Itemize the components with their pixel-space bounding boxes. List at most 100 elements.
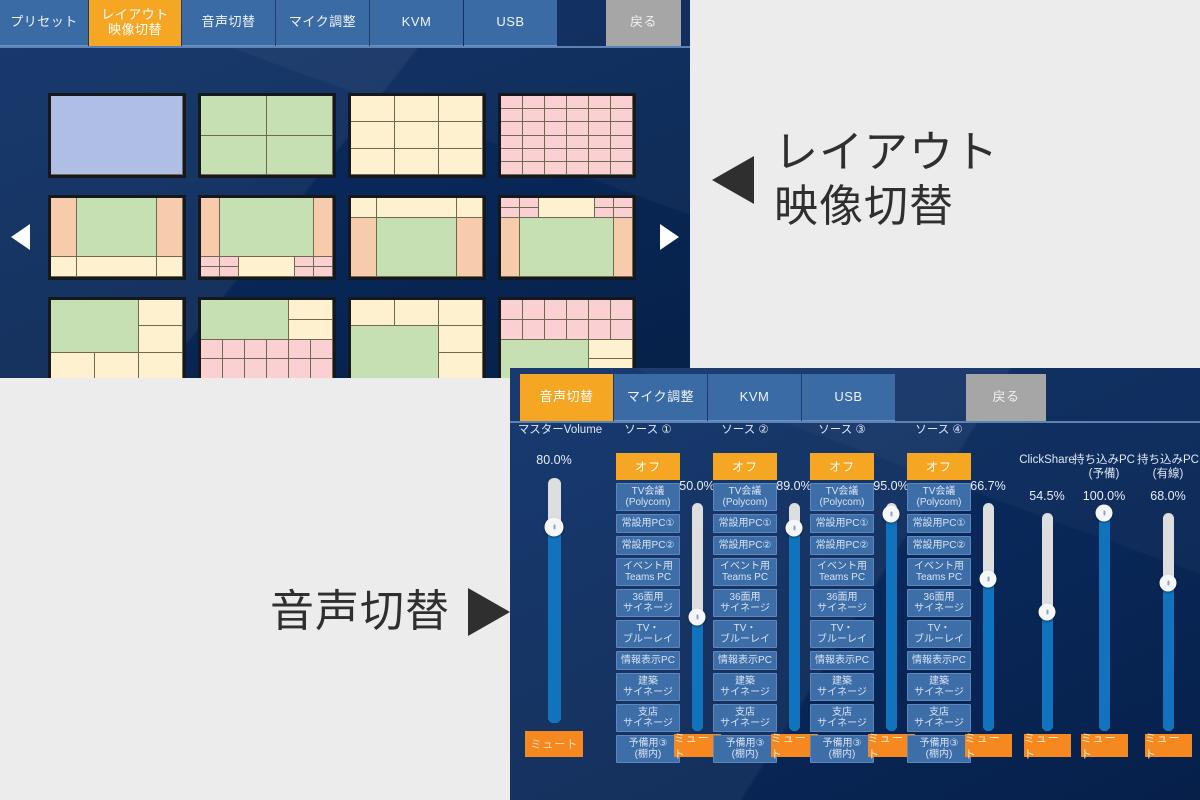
layout-tile[interactable] bbox=[348, 195, 486, 280]
source-option[interactable]: TV・ ブルーレイ bbox=[713, 620, 777, 648]
layout-tile[interactable] bbox=[198, 297, 336, 378]
source-option[interactable]: 常設用PC① bbox=[907, 514, 971, 533]
tab-kvm[interactable]: KVM bbox=[370, 0, 463, 46]
source-option[interactable]: 建築 サイネージ bbox=[907, 673, 971, 701]
layout-tile[interactable] bbox=[198, 93, 336, 178]
source-option-off[interactable]: オフ bbox=[713, 453, 777, 480]
layout-tile-cell bbox=[201, 300, 289, 340]
source-option[interactable]: 36面用 サイネージ bbox=[713, 589, 777, 617]
source-option-off[interactable]: オフ bbox=[810, 453, 874, 480]
source-slider-2[interactable] bbox=[785, 503, 803, 731]
slider-thumb[interactable] bbox=[1095, 504, 1113, 522]
layout-tile[interactable] bbox=[498, 195, 636, 280]
source-option[interactable]: 予備用③ (棚内) bbox=[907, 735, 971, 763]
layout-tile-cell bbox=[611, 319, 633, 340]
tab-preset[interactable]: プリセット bbox=[0, 0, 88, 46]
source-option[interactable]: 建築 サイネージ bbox=[810, 673, 874, 701]
layout-tile[interactable] bbox=[498, 297, 636, 378]
extra-mute-button-byod-pc-spare[interactable]: ミュート bbox=[1080, 733, 1128, 761]
slider-thumb[interactable] bbox=[544, 517, 564, 537]
master-mute-button[interactable]: ミュート bbox=[525, 731, 583, 757]
audio-tab-audio-switch[interactable]: 音声切替 bbox=[520, 374, 613, 421]
source-option[interactable]: イベント用 Teams PC bbox=[907, 558, 971, 586]
layout-tile-cell bbox=[139, 352, 183, 378]
tab-layout-video-switch[interactable]: レイアウト 映像切替 bbox=[89, 0, 181, 46]
slider-fill bbox=[691, 617, 703, 731]
audio-tab-usb[interactable]: USB bbox=[802, 374, 895, 421]
layout-tile[interactable] bbox=[198, 195, 336, 280]
source-option[interactable]: 36面用 サイネージ bbox=[616, 589, 680, 617]
audio-tab-kvm[interactable]: KVM bbox=[708, 374, 801, 421]
source-option[interactable]: 36面用 サイネージ bbox=[907, 589, 971, 617]
source-option[interactable]: 情報表示PC bbox=[810, 651, 874, 670]
layout-tile-cell bbox=[519, 217, 615, 277]
slider-thumb[interactable] bbox=[1038, 603, 1056, 621]
layout-tile-cell bbox=[545, 161, 567, 175]
tab-mic-adjust[interactable]: マイク調整 bbox=[276, 0, 369, 46]
source-option[interactable]: 支店 サイネージ bbox=[616, 704, 680, 732]
layout-tile[interactable] bbox=[348, 93, 486, 178]
source-option[interactable]: 常設用PC② bbox=[810, 536, 874, 555]
master-volume-slider[interactable] bbox=[544, 478, 564, 723]
extra-mute-button-byod-pc-wired[interactable]: ミュート bbox=[1144, 733, 1192, 761]
extra-slider-byod-pc-wired[interactable] bbox=[1159, 513, 1177, 731]
layout-tile-cell bbox=[589, 96, 611, 110]
source-option[interactable]: 情報表示PC bbox=[616, 651, 680, 670]
slider-thumb[interactable] bbox=[979, 570, 997, 588]
source-option[interactable]: イベント用 Teams PC bbox=[713, 558, 777, 586]
slider-thumb[interactable] bbox=[785, 519, 803, 537]
source-option[interactable]: TV・ ブルーレイ bbox=[810, 620, 874, 648]
source-mute-button-4[interactable]: ミュート bbox=[964, 733, 1012, 761]
source-option[interactable]: 建築 サイネージ bbox=[616, 673, 680, 701]
source-slider-3[interactable] bbox=[882, 503, 900, 731]
extra-slider-clickshare[interactable] bbox=[1038, 513, 1056, 731]
layout-tile[interactable] bbox=[498, 93, 636, 178]
audio-tab-mic-adjust[interactable]: マイク調整 bbox=[614, 374, 707, 421]
source-slider-4[interactable] bbox=[979, 503, 997, 731]
source-option[interactable]: 予備用③ (棚内) bbox=[616, 735, 680, 763]
slider-thumb[interactable] bbox=[1159, 574, 1177, 592]
source-option[interactable]: イベント用 Teams PC bbox=[616, 558, 680, 586]
tab-back[interactable]: 戻る bbox=[606, 0, 681, 46]
source-option[interactable]: イベント用 Teams PC bbox=[810, 558, 874, 586]
layout-annotation-text: レイアウト 映像切替 bbox=[774, 126, 999, 233]
source-header-1: ソース ① bbox=[624, 424, 672, 436]
layout-tile-cell bbox=[201, 198, 220, 258]
source-option[interactable]: 常設用PC① bbox=[810, 514, 874, 533]
layout-tile[interactable] bbox=[48, 297, 186, 378]
layout-tile-cell bbox=[545, 300, 567, 320]
source-option[interactable]: 情報表示PC bbox=[907, 651, 971, 670]
source-option[interactable]: 36面用 サイネージ bbox=[810, 589, 874, 617]
source-option[interactable]: 常設用PC② bbox=[907, 536, 971, 555]
source-slider-1[interactable] bbox=[688, 503, 706, 731]
source-option-off[interactable]: オフ bbox=[907, 453, 971, 480]
slider-thumb[interactable] bbox=[882, 505, 900, 523]
layout-tile[interactable] bbox=[48, 195, 186, 280]
next-page-arrow[interactable] bbox=[652, 220, 686, 254]
source-option[interactable]: TV・ ブルーレイ bbox=[616, 620, 680, 648]
prev-page-arrow[interactable] bbox=[3, 220, 37, 254]
source-option[interactable]: 常設用PC① bbox=[713, 514, 777, 533]
layout-tile[interactable] bbox=[48, 93, 186, 178]
source-option[interactable]: 常設用PC② bbox=[616, 536, 680, 555]
tab-usb[interactable]: USB bbox=[464, 0, 557, 46]
source-option[interactable]: 予備用③ (棚内) bbox=[810, 735, 874, 763]
layout-tabbar: プリセット レイアウト 映像切替 音声切替 マイク調整 KVM USB 戻る bbox=[0, 0, 690, 47]
audio-tab-back[interactable]: 戻る bbox=[966, 374, 1046, 421]
source-option[interactable]: 常設用PC② bbox=[713, 536, 777, 555]
source-option[interactable]: 常設用PC① bbox=[616, 514, 680, 533]
source-option[interactable]: TV・ ブルーレイ bbox=[907, 620, 971, 648]
layout-tile-cell bbox=[589, 319, 611, 340]
layout-tile[interactable] bbox=[348, 297, 486, 378]
source-option[interactable]: 支店 サイネージ bbox=[713, 704, 777, 732]
tab-audio-switch[interactable]: 音声切替 bbox=[182, 0, 275, 46]
extra-slider-byod-pc-spare[interactable] bbox=[1095, 504, 1113, 731]
source-option[interactable]: 支店 サイネージ bbox=[810, 704, 874, 732]
source-option[interactable]: 建築 サイネージ bbox=[713, 673, 777, 701]
source-option[interactable]: 支店 サイネージ bbox=[907, 704, 971, 732]
source-option-off[interactable]: オフ bbox=[616, 453, 680, 480]
source-option[interactable]: 予備用③ (棚内) bbox=[713, 735, 777, 763]
slider-thumb[interactable] bbox=[688, 608, 706, 626]
source-option[interactable]: 情報表示PC bbox=[713, 651, 777, 670]
extra-mute-button-clickshare[interactable]: ミュート bbox=[1023, 733, 1071, 761]
